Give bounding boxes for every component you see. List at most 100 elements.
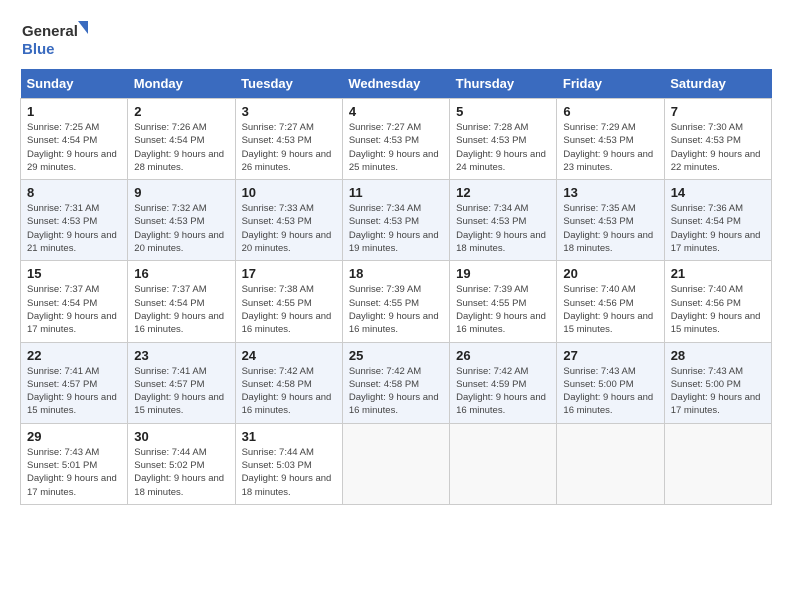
calendar-cell: 20 Sunrise: 7:40 AMSunset: 4:56 PMDayligh… xyxy=(557,261,664,342)
calendar-cell: 12 Sunrise: 7:34 AMSunset: 4:53 PMDayligh… xyxy=(450,180,557,261)
calendar-cell: 3 Sunrise: 7:27 AMSunset: 4:53 PMDaylight… xyxy=(235,99,342,180)
calendar-week-row: 8Sunrise: 7:31 AMSunset: 4:53 PMDaylight… xyxy=(21,180,772,261)
day-info: Sunrise: 7:32 AMSunset: 4:53 PMDaylight:… xyxy=(134,202,228,255)
day-number: 2 xyxy=(134,104,228,119)
day-info: Sunrise: 7:40 AMSunset: 4:56 PMDaylight:… xyxy=(671,283,765,336)
calendar-table: SundayMondayTuesdayWednesdayThursdayFrid… xyxy=(20,69,772,505)
day-number: 22 xyxy=(27,348,121,363)
day-info: Sunrise: 7:30 AMSunset: 4:53 PMDaylight:… xyxy=(671,121,765,174)
header-day-friday: Friday xyxy=(557,69,664,99)
day-number: 15 xyxy=(27,266,121,281)
header-day-saturday: Saturday xyxy=(664,69,771,99)
day-info: Sunrise: 7:42 AMSunset: 4:58 PMDaylight:… xyxy=(349,365,443,418)
day-info: Sunrise: 7:37 AMSunset: 4:54 PMDaylight:… xyxy=(134,283,228,336)
calendar-cell: 17Sunrise: 7:38 AMSunset: 4:55 PMDayligh… xyxy=(235,261,342,342)
day-info: Sunrise: 7:25 AMSunset: 4:54 PMDaylight:… xyxy=(27,121,121,174)
calendar-cell: 10 Sunrise: 7:33 AMSunset: 4:53 PMDayligh… xyxy=(235,180,342,261)
svg-text:Blue: Blue xyxy=(22,41,55,58)
calendar-cell: 7Sunrise: 7:30 AMSunset: 4:53 PMDaylight… xyxy=(664,99,771,180)
calendar-cell: 1 Sunrise: 7:25 AMSunset: 4:54 PMDaylight… xyxy=(21,99,128,180)
header-day-monday: Monday xyxy=(128,69,235,99)
day-number: 5 xyxy=(456,104,550,119)
calendar-cell: 22 Sunrise: 7:41 AMSunset: 4:57 PMDayligh… xyxy=(21,342,128,423)
day-info: Sunrise: 7:28 AMSunset: 4:53 PMDaylight:… xyxy=(456,121,550,174)
day-number: 12 xyxy=(456,185,550,200)
day-info: Sunrise: 7:42 AMSunset: 4:59 PMDaylight:… xyxy=(456,365,550,418)
header-day-sunday: Sunday xyxy=(21,69,128,99)
calendar-cell: 26 Sunrise: 7:42 AMSunset: 4:59 PMDayligh… xyxy=(450,342,557,423)
day-info: Sunrise: 7:39 AMSunset: 4:55 PMDaylight:… xyxy=(456,283,550,336)
calendar-cell: 16 Sunrise: 7:37 AMSunset: 4:54 PMDayligh… xyxy=(128,261,235,342)
day-info: Sunrise: 7:33 AMSunset: 4:53 PMDaylight:… xyxy=(242,202,336,255)
logo: General Blue xyxy=(20,16,90,61)
day-number: 29 xyxy=(27,429,121,444)
calendar-cell: 5 Sunrise: 7:28 AMSunset: 4:53 PMDaylight… xyxy=(450,99,557,180)
day-number: 20 xyxy=(563,266,657,281)
day-number: 4 xyxy=(349,104,443,119)
day-number: 25 xyxy=(349,348,443,363)
day-number: 31 xyxy=(242,429,336,444)
day-number: 24 xyxy=(242,348,336,363)
calendar-cell: 29Sunrise: 7:43 AMSunset: 5:01 PMDayligh… xyxy=(21,423,128,504)
day-number: 14 xyxy=(671,185,765,200)
calendar-week-row: 22 Sunrise: 7:41 AMSunset: 4:57 PMDayligh… xyxy=(21,342,772,423)
day-number: 30 xyxy=(134,429,228,444)
day-number: 10 xyxy=(242,185,336,200)
day-number: 26 xyxy=(456,348,550,363)
calendar-body: 1 Sunrise: 7:25 AMSunset: 4:54 PMDaylight… xyxy=(21,99,772,505)
calendar-cell: 23Sunrise: 7:41 AMSunset: 4:57 PMDayligh… xyxy=(128,342,235,423)
day-number: 18 xyxy=(349,266,443,281)
day-info: Sunrise: 7:38 AMSunset: 4:55 PMDaylight:… xyxy=(242,283,336,336)
day-number: 19 xyxy=(456,266,550,281)
logo-svg: General Blue xyxy=(20,16,90,61)
header-day-tuesday: Tuesday xyxy=(235,69,342,99)
day-info: Sunrise: 7:43 AMSunset: 5:00 PMDaylight:… xyxy=(563,365,657,418)
day-info: Sunrise: 7:44 AMSunset: 5:02 PMDaylight:… xyxy=(134,446,228,499)
day-number: 8 xyxy=(27,185,121,200)
day-info: Sunrise: 7:40 AMSunset: 4:56 PMDaylight:… xyxy=(563,283,657,336)
calendar-cell xyxy=(664,423,771,504)
day-number: 27 xyxy=(563,348,657,363)
calendar-cell: 30 Sunrise: 7:44 AMSunset: 5:02 PMDayligh… xyxy=(128,423,235,504)
day-info: Sunrise: 7:34 AMSunset: 4:53 PMDaylight:… xyxy=(349,202,443,255)
calendar-cell xyxy=(342,423,449,504)
calendar-week-row: 29Sunrise: 7:43 AMSunset: 5:01 PMDayligh… xyxy=(21,423,772,504)
day-info: Sunrise: 7:27 AMSunset: 4:53 PMDaylight:… xyxy=(349,121,443,174)
calendar-cell xyxy=(557,423,664,504)
calendar-cell: 21 Sunrise: 7:40 AMSunset: 4:56 PMDayligh… xyxy=(664,261,771,342)
calendar-week-row: 1 Sunrise: 7:25 AMSunset: 4:54 PMDaylight… xyxy=(21,99,772,180)
day-info: Sunrise: 7:41 AMSunset: 4:57 PMDaylight:… xyxy=(27,365,121,418)
calendar-cell: 18 Sunrise: 7:39 AMSunset: 4:55 PMDayligh… xyxy=(342,261,449,342)
calendar-cell: 25 Sunrise: 7:42 AMSunset: 4:58 PMDayligh… xyxy=(342,342,449,423)
day-number: 28 xyxy=(671,348,765,363)
day-info: Sunrise: 7:36 AMSunset: 4:54 PMDaylight:… xyxy=(671,202,765,255)
day-number: 9 xyxy=(134,185,228,200)
svg-text:General: General xyxy=(22,23,78,40)
calendar-cell: 15 Sunrise: 7:37 AMSunset: 4:54 PMDayligh… xyxy=(21,261,128,342)
day-info: Sunrise: 7:27 AMSunset: 4:53 PMDaylight:… xyxy=(242,121,336,174)
day-number: 1 xyxy=(27,104,121,119)
page-header: General Blue xyxy=(20,16,772,61)
day-info: Sunrise: 7:29 AMSunset: 4:53 PMDaylight:… xyxy=(563,121,657,174)
day-info: Sunrise: 7:34 AMSunset: 4:53 PMDaylight:… xyxy=(456,202,550,255)
day-info: Sunrise: 7:42 AMSunset: 4:58 PMDaylight:… xyxy=(242,365,336,418)
calendar-cell: 4 Sunrise: 7:27 AMSunset: 4:53 PMDaylight… xyxy=(342,99,449,180)
day-number: 3 xyxy=(242,104,336,119)
day-info: Sunrise: 7:37 AMSunset: 4:54 PMDaylight:… xyxy=(27,283,121,336)
calendar-cell: 27 Sunrise: 7:43 AMSunset: 5:00 PMDayligh… xyxy=(557,342,664,423)
calendar-cell: 11 Sunrise: 7:34 AMSunset: 4:53 PMDayligh… xyxy=(342,180,449,261)
calendar-cell: 14 Sunrise: 7:36 AMSunset: 4:54 PMDayligh… xyxy=(664,180,771,261)
day-number: 6 xyxy=(563,104,657,119)
calendar-header-row: SundayMondayTuesdayWednesdayThursdayFrid… xyxy=(21,69,772,99)
calendar-cell: 28Sunrise: 7:43 AMSunset: 5:00 PMDayligh… xyxy=(664,342,771,423)
day-number: 21 xyxy=(671,266,765,281)
day-info: Sunrise: 7:35 AMSunset: 4:53 PMDaylight:… xyxy=(563,202,657,255)
day-info: Sunrise: 7:39 AMSunset: 4:55 PMDaylight:… xyxy=(349,283,443,336)
calendar-cell: 6 Sunrise: 7:29 AMSunset: 4:53 PMDaylight… xyxy=(557,99,664,180)
day-number: 16 xyxy=(134,266,228,281)
calendar-cell: 19 Sunrise: 7:39 AMSunset: 4:55 PMDayligh… xyxy=(450,261,557,342)
calendar-cell: 24 Sunrise: 7:42 AMSunset: 4:58 PMDayligh… xyxy=(235,342,342,423)
day-info: Sunrise: 7:44 AMSunset: 5:03 PMDaylight:… xyxy=(242,446,336,499)
day-number: 11 xyxy=(349,185,443,200)
calendar-cell: 2Sunrise: 7:26 AMSunset: 4:54 PMDaylight… xyxy=(128,99,235,180)
